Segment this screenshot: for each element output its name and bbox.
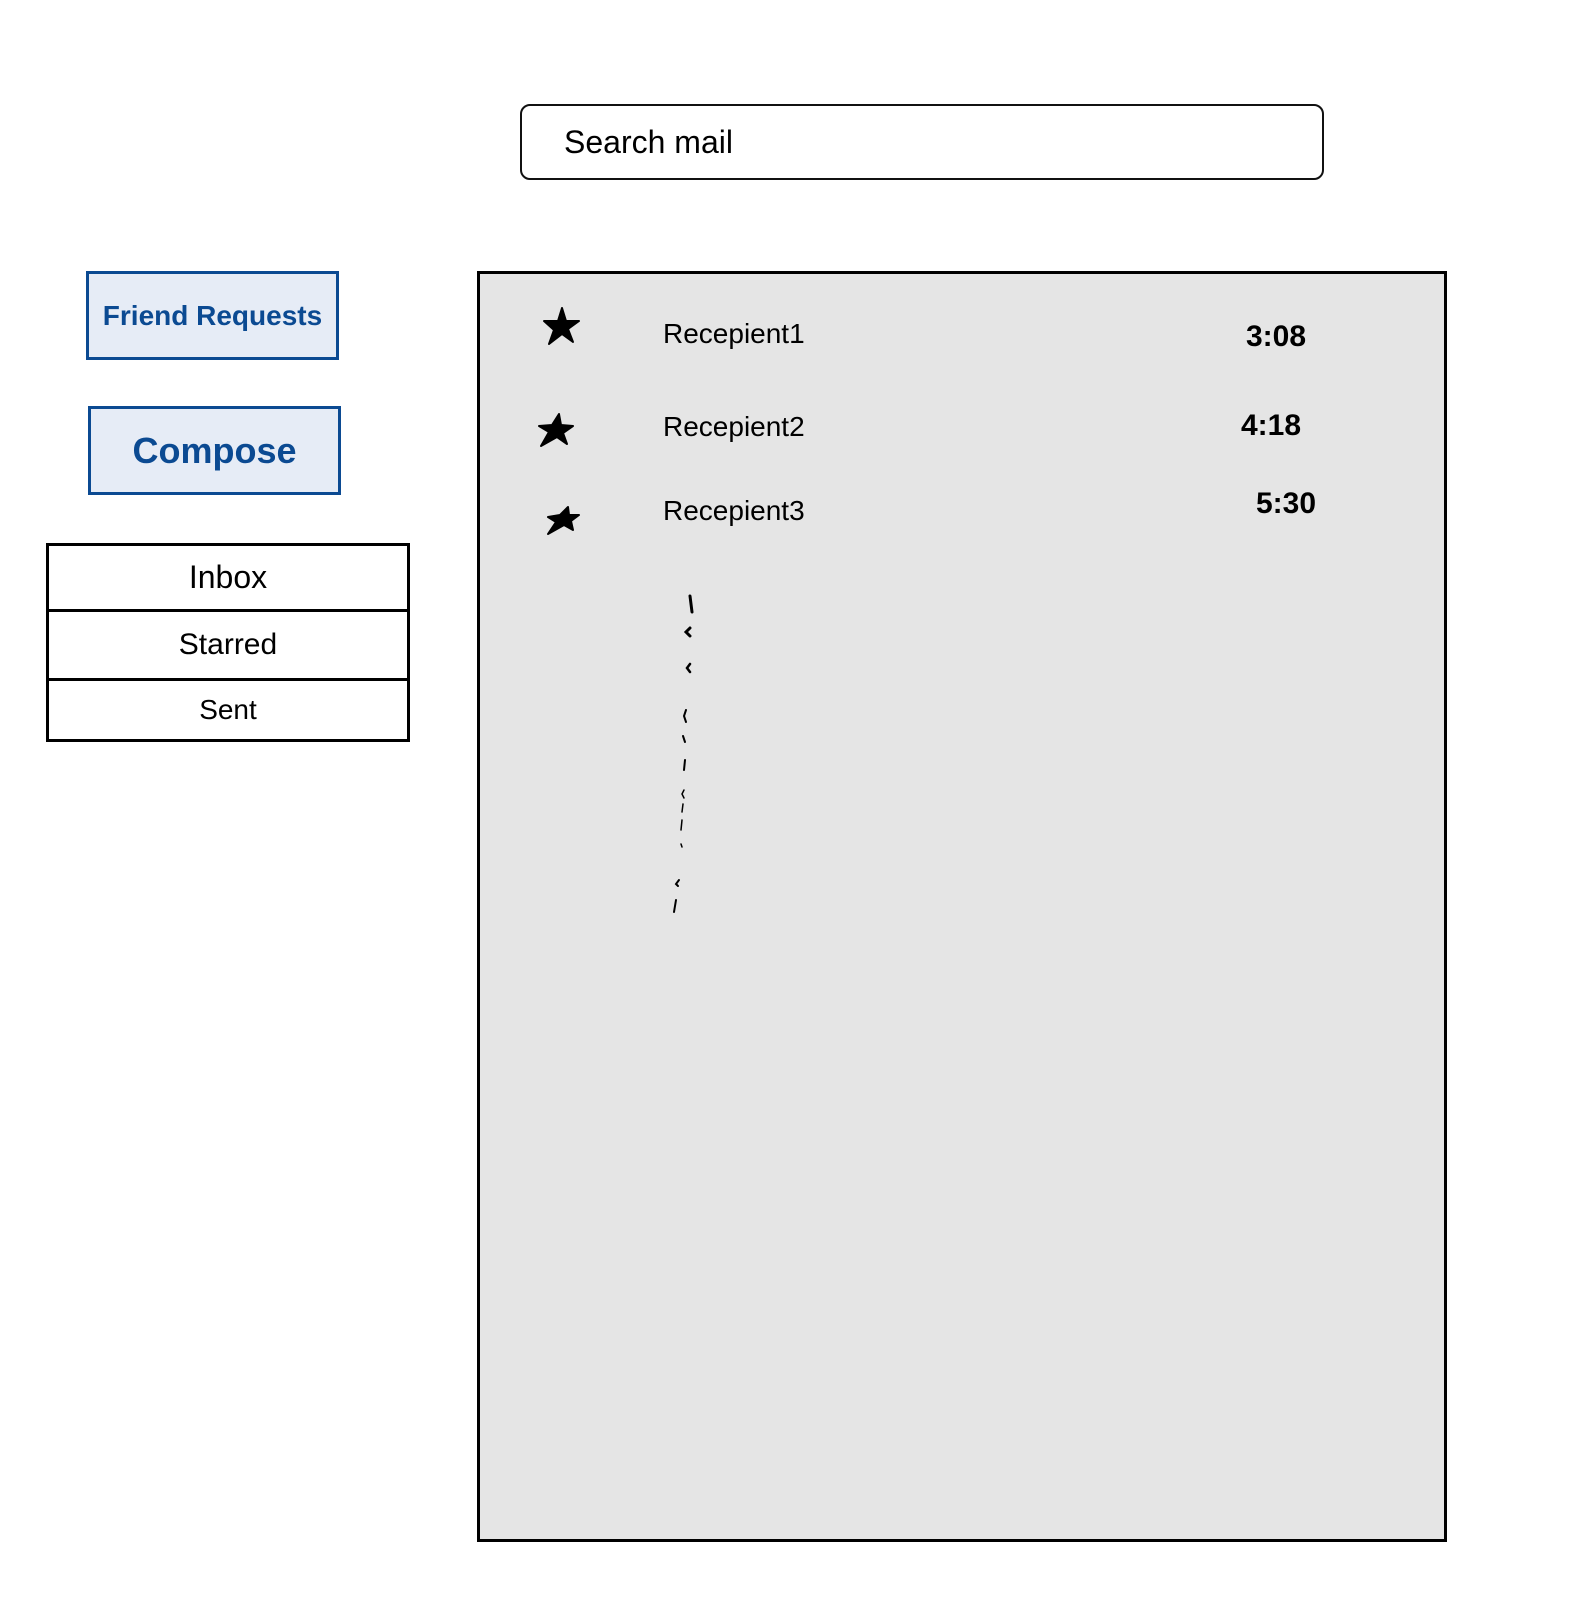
- compose-button[interactable]: Compose: [88, 406, 341, 495]
- search-input[interactable]: Search mail: [520, 104, 1324, 180]
- folder-sent[interactable]: Sent: [49, 681, 407, 739]
- mail-time: 5:30: [1256, 487, 1317, 520]
- star-icon[interactable]: [542, 499, 582, 539]
- folder-starred[interactable]: Starred: [49, 612, 407, 681]
- more-items-scribble: [673, 594, 694, 913]
- mail-time: 4:18: [1241, 409, 1302, 442]
- mail-row[interactable]: Recepient1 3:08: [480, 306, 1444, 366]
- compose-label: Compose: [132, 429, 297, 471]
- recipient-name: Recepient1: [663, 318, 805, 349]
- mail-time: 3:08: [1246, 320, 1307, 353]
- friend-requests-button[interactable]: Friend Requests: [86, 271, 339, 360]
- star-icon[interactable]: [541, 306, 581, 346]
- folder-inbox[interactable]: Inbox: [49, 546, 407, 612]
- search-placeholder: Search mail: [564, 123, 733, 160]
- mail-row[interactable]: Recepient2 4:18: [480, 397, 1444, 457]
- mail-row[interactable]: Recepient3 5:30: [480, 481, 1444, 541]
- folder-list: Inbox Starred Sent: [46, 543, 410, 742]
- mail-list: Recepient1 3:08 Recepient2 4:18 Recepien…: [477, 271, 1447, 1542]
- recipient-name: Recepient3: [663, 495, 805, 526]
- friend-requests-label: Friend Requests: [102, 299, 323, 331]
- recipient-name: Recepient2: [663, 411, 805, 442]
- folder-inbox-label: Inbox: [188, 559, 268, 595]
- folder-sent-label: Sent: [199, 694, 257, 725]
- star-icon[interactable]: [535, 410, 575, 450]
- folder-starred-label: Starred: [178, 628, 278, 661]
